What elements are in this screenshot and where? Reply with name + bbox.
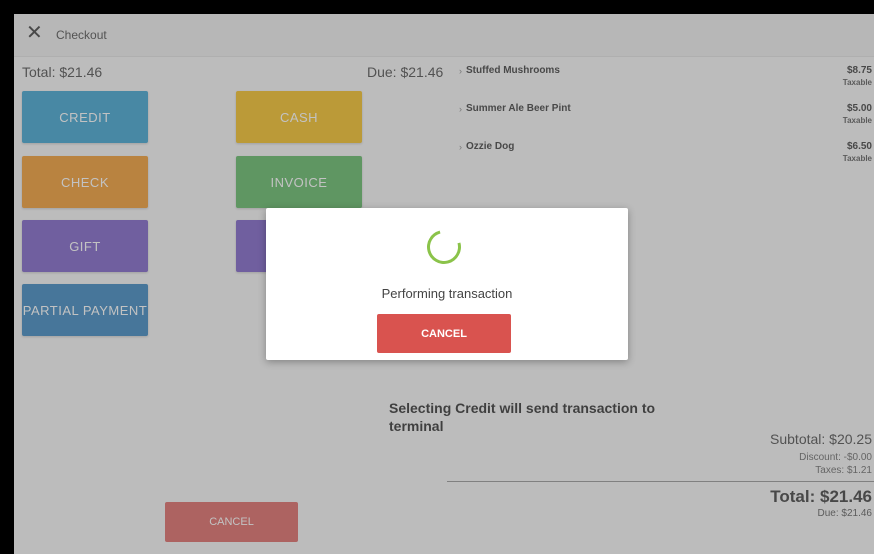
checkout-screen: ✕ Checkout Total: $21.46 Due: $21.46 CRE… — [14, 14, 874, 554]
modal-cancel-button[interactable]: CANCEL — [377, 314, 511, 353]
transaction-modal: Performing transaction CANCEL — [266, 208, 628, 360]
modal-message: Performing transaction — [381, 286, 513, 301]
loading-spinner-icon — [420, 223, 468, 271]
